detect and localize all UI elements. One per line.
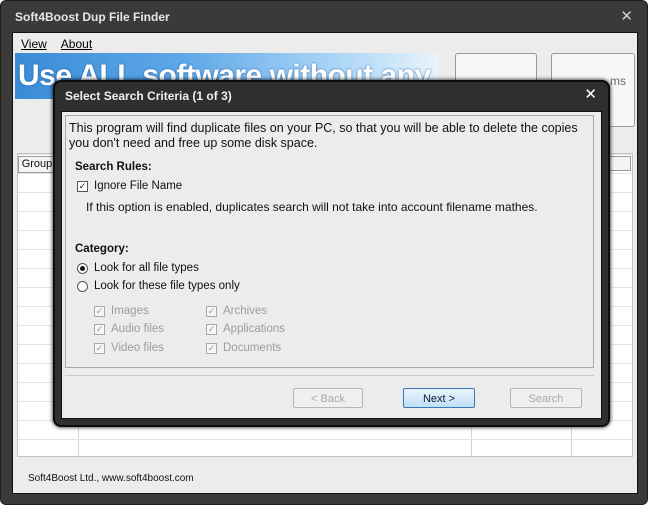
radio-these-file-types[interactable]: Look for these file types only bbox=[77, 280, 240, 292]
filetype-documents-checkbox[interactable]: ✓ bbox=[206, 342, 217, 354]
filetype-images[interactable]: ✓ Images bbox=[94, 305, 149, 317]
search-rules-heading: Search Rules: bbox=[75, 161, 152, 173]
menu-bar: View About bbox=[20, 35, 93, 53]
filetype-applications[interactable]: ✓ Applications bbox=[206, 323, 285, 335]
radio-all-file-types-label: Look for all file types bbox=[94, 262, 199, 274]
ignore-file-name-option[interactable]: ✓ Ignore File Name bbox=[77, 180, 182, 192]
filetype-video-label: Video files bbox=[111, 342, 164, 354]
search-criteria-dialog: Select Search Criteria (1 of 3) ✕ This p… bbox=[53, 80, 610, 427]
dialog-title: Select Search Criteria (1 of 3) bbox=[65, 89, 232, 103]
filetype-documents-label: Documents bbox=[223, 342, 282, 354]
ignore-file-name-checkbox[interactable]: ✓ bbox=[77, 180, 88, 192]
filetype-audio-label: Audio files bbox=[111, 323, 165, 335]
filetype-audio-checkbox[interactable]: ✓ bbox=[94, 323, 105, 335]
dialog-close-icon[interactable]: ✕ bbox=[584, 85, 597, 103]
criteria-panel: This program will find duplicate files o… bbox=[65, 115, 594, 368]
menu-view-label: View bbox=[21, 37, 47, 51]
filetype-audio[interactable]: ✓ Audio files bbox=[94, 323, 164, 335]
button-separator bbox=[65, 375, 594, 376]
menu-view[interactable]: View bbox=[20, 35, 48, 53]
search-button[interactable]: Search bbox=[510, 388, 582, 408]
filetype-video[interactable]: ✓ Video files bbox=[94, 342, 164, 354]
next-button[interactable]: Next > bbox=[403, 388, 475, 408]
window-close-icon[interactable]: ✕ bbox=[620, 7, 633, 25]
intro-text: This program will find duplicate files o… bbox=[69, 121, 578, 150]
status-bar: Soft4Boost Ltd., www.soft4boost.com bbox=[28, 473, 194, 484]
filetype-images-label: Images bbox=[111, 305, 149, 317]
group-column-header[interactable]: Group bbox=[18, 156, 56, 173]
radio-these-file-types-label: Look for these file types only bbox=[94, 280, 240, 292]
ignore-file-name-note: If this option is enabled, duplicates se… bbox=[86, 200, 538, 214]
filetype-applications-label: Applications bbox=[223, 323, 286, 335]
filetype-video-checkbox[interactable]: ✓ bbox=[94, 342, 105, 354]
radio-all-file-types[interactable]: Look for all file types bbox=[77, 262, 199, 274]
ignore-file-name-label: Ignore File Name bbox=[94, 180, 183, 192]
window-title: Soft4Boost Dup File Finder bbox=[15, 10, 170, 24]
category-heading: Category: bbox=[75, 243, 129, 255]
filetype-applications-checkbox[interactable]: ✓ bbox=[206, 323, 217, 335]
radio-these-file-types-button[interactable] bbox=[77, 280, 88, 292]
filetype-documents[interactable]: ✓ Documents bbox=[206, 342, 281, 354]
filetype-images-checkbox[interactable]: ✓ bbox=[94, 305, 105, 317]
filetype-archives-checkbox[interactable]: ✓ bbox=[206, 305, 217, 317]
radio-all-file-types-button[interactable] bbox=[77, 262, 88, 274]
menu-about[interactable]: About bbox=[60, 35, 93, 53]
dialog-body: This program will find duplicate files o… bbox=[61, 111, 602, 419]
menu-about-label: About bbox=[60, 37, 93, 51]
toolbar-button-2-label: ms bbox=[610, 74, 626, 88]
back-button[interactable]: < Back bbox=[293, 388, 363, 408]
filetype-archives-label: Archives bbox=[223, 305, 268, 317]
radio-selected-dot bbox=[80, 265, 85, 271]
filetype-archives[interactable]: ✓ Archives bbox=[206, 305, 267, 317]
